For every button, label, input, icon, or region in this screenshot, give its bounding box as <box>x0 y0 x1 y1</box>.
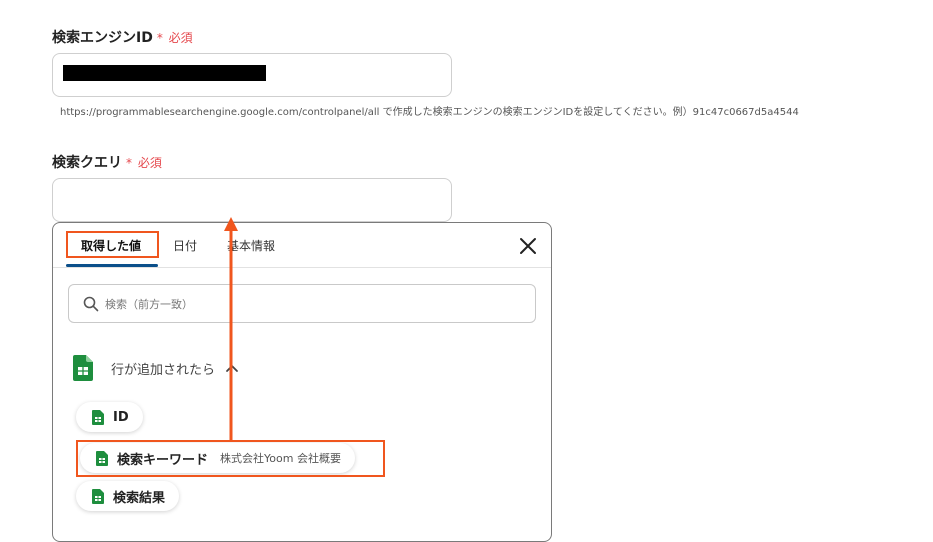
annotation-arrow-up-icon <box>224 217 238 440</box>
